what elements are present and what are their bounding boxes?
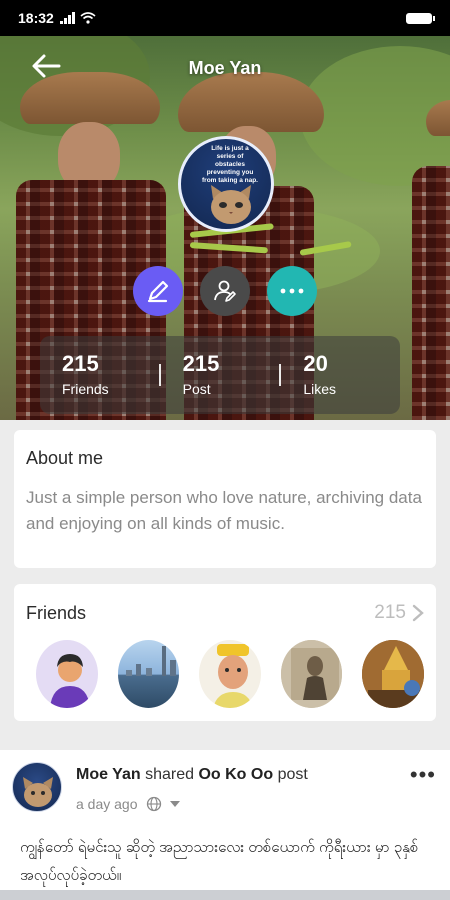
stat-friends[interactable]: 215 Friends [40,351,159,399]
avatar-quote: Life is just a series of obstacles preve… [202,145,258,184]
profile-avatar[interactable]: Life is just a series of obstacles preve… [178,136,274,232]
user-edit-icon [214,280,236,302]
cat-image [211,185,251,224]
friends-count: 215 [374,602,406,623]
chevron-right-icon [412,604,424,622]
stat-post-label: Post [182,381,211,397]
stat-likes[interactable]: 20 Likes [281,351,400,399]
profile-name-title: Moe Yan [188,58,262,78]
signal-icon [59,12,75,24]
friend-avatar-1[interactable] [36,640,98,708]
post-header: Moe Yan shared Oo Ko Oo post [76,766,308,784]
friends-see-all[interactable]: 215 [374,602,424,624]
profile-stats: 215 Friends 215 Post 20 Likes [40,336,400,414]
friend-avatar-5[interactable] [362,640,424,708]
post-more-button[interactable]: ••• [410,764,436,786]
friend-avatar-2[interactable] [117,640,180,708]
friend-avatar-3[interactable] [199,640,261,708]
post-target-name[interactable]: Oo Ko Oo [198,766,273,783]
status-time: 18:32 [18,10,54,26]
nav-gesture-bar [0,890,450,900]
more-dots-icon [280,288,304,294]
child-photo-icon [213,644,254,708]
post-target-suffix: post [277,766,308,783]
stat-divider [158,364,161,386]
temple-photo-icon [362,640,424,708]
post-time: a day ago [76,796,138,812]
person-avatar-icon [50,654,90,708]
status-icons [59,12,96,24]
stat-likes-label: Likes [303,381,337,397]
stat-divider [279,364,282,386]
stat-likes-value: 20 [303,351,328,376]
friends-title: Friends [26,602,87,623]
caret-down-icon[interactable] [169,801,180,807]
edit-profile-button[interactable] [133,266,183,316]
globe-icon[interactable] [146,796,162,812]
about-title: About me [26,448,104,468]
stat-post-value: 215 [182,351,220,376]
wifi-icon [80,12,96,24]
about-card: About me Just a simple person who love n… [14,430,436,568]
top-nav: Moe Yan [0,36,450,98]
city-skyline-icon [125,646,176,676]
about-text: Just a simple person who love nature, ar… [26,488,422,533]
post-author-avatar[interactable] [12,762,62,812]
friend-avatar-4[interactable] [280,640,343,708]
stat-post[interactable]: 215 Post [161,351,280,399]
post-author-name[interactable]: Moe Yan [76,766,141,783]
cat-image [23,777,53,807]
battery-icon [406,13,435,24]
user-settings-button[interactable] [200,266,250,316]
stat-friends-value: 215 [62,351,99,376]
stat-friends-label: Friends [62,381,109,397]
post-body: ကျွန်တော် ရဲမင်းသူ ဆိုတဲ့ အညာသားလေး တစ်ယ… [20,839,419,884]
more-options-button[interactable] [267,266,317,316]
friends-card: Friends 215 [14,584,436,721]
vintage-photo-icon [280,640,343,708]
status-bar: 18:32 [0,0,450,36]
pencil-icon [147,280,169,303]
post-action: shared [145,766,194,783]
post-meta: a day ago [76,796,180,812]
